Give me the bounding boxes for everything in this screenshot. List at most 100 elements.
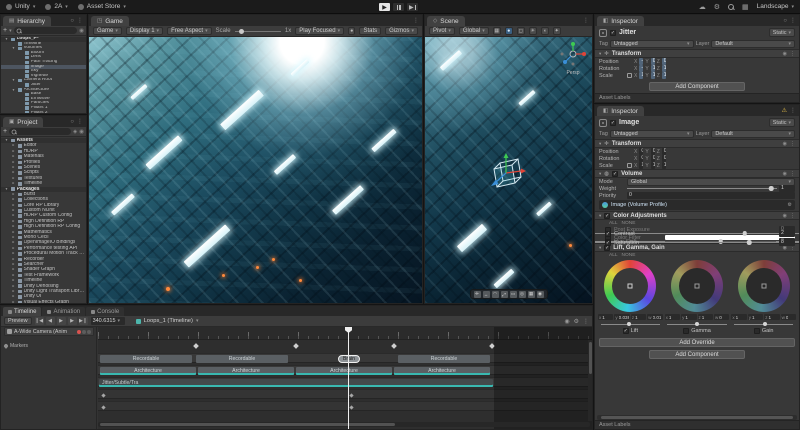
markers-row[interactable]: Markers	[4, 342, 94, 350]
tab-project[interactable]: ▣ Project	[3, 117, 43, 127]
layer-dropdown[interactable]: Default▾	[711, 40, 795, 48]
layer-dropdown[interactable]: Default▾	[711, 130, 795, 138]
weight-slider[interactable]	[627, 188, 777, 189]
kebab-menu-icon[interactable]: ⋮	[790, 213, 795, 219]
lighting-toggle-icon[interactable]: ☀	[529, 27, 537, 35]
wheel-checkbox[interactable]	[754, 328, 760, 334]
wheel-offset-slider[interactable]	[734, 324, 793, 325]
foldout-arrow-icon[interactable]: ▾	[599, 171, 601, 177]
x-value-field[interactable]: 1	[639, 162, 643, 169]
weight-slider-thumb[interactable]	[769, 186, 774, 191]
timeline-clip[interactable]: Recordable	[100, 355, 192, 363]
record-icon[interactable]: ●	[348, 27, 355, 35]
parameter-slider[interactable]	[665, 233, 776, 234]
wheel-checkbox[interactable]	[623, 328, 629, 334]
expand-arrow-icon[interactable]: ▾	[11, 78, 16, 83]
layers-grid-icon[interactable]: ▦	[742, 3, 749, 11]
static-dropdown[interactable]: Static▾	[769, 28, 795, 37]
component-enabled-checkbox[interactable]	[612, 171, 618, 177]
link-scale-icon[interactable]	[627, 163, 632, 168]
go-to-end-button[interactable]: ▶❙	[79, 317, 88, 325]
audio-toggle-icon[interactable]: ◖	[541, 27, 549, 35]
timeline-marker-icon[interactable]	[193, 343, 199, 349]
priority-value-field[interactable]: 0	[627, 192, 795, 199]
static-dropdown[interactable]: Static▾	[769, 118, 795, 127]
kebab-menu-icon[interactable]: ⋮	[790, 51, 795, 57]
hidden-icon[interactable]: ◉	[79, 129, 84, 135]
gear-icon[interactable]: ⚙	[574, 318, 579, 325]
timeline-marker-icon[interactable]	[391, 343, 397, 349]
topbar-menu-button[interactable]: 2A ▾	[45, 3, 67, 10]
gameobject-name[interactable]: Image	[619, 119, 639, 126]
y-value-field[interactable]: y1	[748, 314, 763, 320]
expand-arrow-icon[interactable]: ▾	[4, 138, 9, 143]
wheel-center-handle[interactable]	[695, 284, 700, 289]
bottom-tab[interactable]: Timeline	[3, 307, 41, 316]
add-component-button[interactable]: Add Component	[649, 82, 745, 91]
kebab-menu-icon[interactable]: ⋮	[583, 17, 589, 24]
record-toggle-icon[interactable]	[77, 330, 81, 334]
timeline-marker-icon[interactable]	[293, 343, 299, 349]
keyframe-icon[interactable]	[349, 393, 353, 397]
kebab-menu-icon[interactable]: ⋮	[790, 171, 795, 177]
z-value-field[interactable]: 1.798	[662, 65, 666, 72]
current-frame-field[interactable]: 340.6315 ▾	[91, 317, 125, 325]
y-value-field[interactable]: y1	[681, 314, 696, 320]
asset-labels-bar[interactable]: Asset Labels	[595, 93, 799, 102]
presets-icon[interactable]: ◉	[783, 171, 787, 177]
wheel-offset-slider[interactable]	[601, 324, 660, 325]
slider-thumb[interactable]	[743, 231, 748, 236]
2d-toggle-icon[interactable]: ◻	[517, 27, 525, 35]
wheel-offset-slider[interactable]	[667, 324, 726, 325]
keyframe-icon[interactable]	[101, 405, 105, 409]
gear-icon[interactable]: ⚙	[714, 3, 720, 11]
timeline-clip[interactable]: Architecture	[296, 367, 392, 375]
expand-arrow-icon[interactable]: ▾	[11, 46, 16, 51]
step-button[interactable]: ▶	[406, 2, 419, 12]
lock-icon[interactable]: ○	[70, 18, 74, 24]
y-value-field[interactable]: 0	[651, 148, 655, 155]
project-folder-item[interactable]: ▸ Visual Effects Graph	[1, 300, 86, 303]
all-toggle[interactable]: ALL	[609, 221, 618, 226]
link-scale-icon[interactable]	[627, 156, 632, 161]
x-value-field[interactable]: x1	[665, 314, 680, 320]
scale-slider-knob[interactable]	[239, 29, 244, 34]
x-value-field[interactable]: 0	[639, 155, 643, 162]
tab-inspector[interactable]: ◧ Inspector	[597, 16, 644, 26]
hierarchy-item[interactable]: Pillars 2	[1, 111, 86, 114]
timeline-clip[interactable]: Recordable	[196, 355, 288, 363]
color-wheel[interactable]	[671, 260, 723, 312]
add-component-button[interactable]: Add Component	[649, 350, 745, 359]
keyframe-icon[interactable]	[349, 405, 353, 409]
presets-icon[interactable]: ◉	[783, 51, 787, 57]
active-checkbox[interactable]	[610, 120, 616, 126]
gizmos-dropdown[interactable]: Gizmos▾	[385, 27, 418, 35]
expand-arrow-icon[interactable]: ▾	[11, 88, 16, 93]
y-value-field[interactable]: 1.064	[651, 65, 655, 72]
bottom-tab[interactable]: Console	[86, 307, 124, 316]
play-focused-dropdown[interactable]: Play Focused▾	[295, 27, 344, 35]
transform-component-header[interactable]: ▾ ✛ Transform ◉⋮	[595, 49, 799, 58]
x-value-field[interactable]: x1	[731, 314, 746, 320]
mute-toggle-icon[interactable]	[82, 330, 86, 334]
go-to-start-button[interactable]: ❙◀	[35, 317, 44, 325]
asset-labels-bar[interactable]: Asset Labels	[595, 420, 799, 429]
x-value-field[interactable]: -0.1389584	[639, 58, 643, 65]
gameobject-name[interactable]: Jitter	[619, 29, 636, 36]
link-scale-icon[interactable]	[627, 73, 632, 78]
y-value-field[interactable]: 0	[651, 155, 655, 162]
x-value-field[interactable]: 1	[639, 72, 643, 79]
search-icon[interactable]	[728, 4, 734, 10]
w-value-field[interactable]: w0	[714, 314, 729, 320]
tab-scene[interactable]: ◇ Scene	[427, 16, 465, 26]
previous-frame-button[interactable]: ◀	[46, 317, 55, 325]
presets-icon[interactable]: ◉	[783, 213, 787, 219]
volume-component-header[interactable]: ▾ ◍ Volume ◉⋮	[595, 169, 799, 178]
x-value-field[interactable]: -0.01	[639, 65, 643, 72]
wheel-center-handle[interactable]	[761, 284, 766, 289]
display-target-dropdown[interactable]: Game▾	[93, 27, 122, 35]
x-value-field[interactable]: 0	[639, 148, 643, 155]
tag-dropdown[interactable]: Untagged▾	[610, 40, 694, 48]
override-enabled-checkbox[interactable]	[604, 213, 610, 219]
orientation-dropdown[interactable]: Global▾	[459, 27, 489, 35]
